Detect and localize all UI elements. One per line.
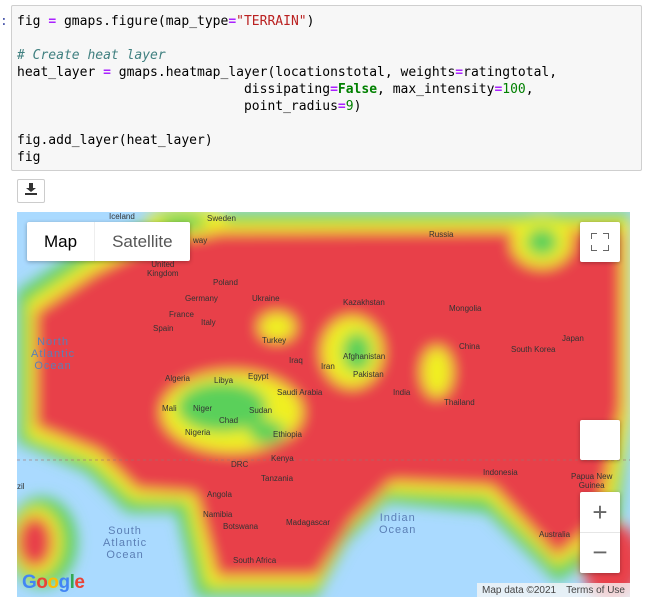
code-line-3: heat_layer = gmaps.heatmap_layer(locatio…	[17, 65, 558, 80]
label-italy: Italy	[201, 318, 216, 327]
label-mongolia: Mongolia	[449, 304, 482, 313]
label-france: France	[169, 310, 194, 319]
cell-prompt: :	[0, 14, 8, 29]
label-madagascar: Madagascar	[286, 518, 331, 527]
label-turkey: Turkey	[262, 336, 287, 345]
fullscreen-icon	[591, 233, 609, 251]
ocean-north-atlantic: North Atlantic Ocean	[31, 336, 76, 372]
label-kenya: Kenya	[271, 454, 294, 463]
code-line-5: point_radius=9)	[17, 99, 362, 114]
code-line-6: fig.add_layer(heat_layer)	[17, 133, 213, 148]
ocean-indian: Indian Ocean	[379, 512, 417, 536]
label-egypt: Egypt	[248, 372, 269, 381]
label-norway: way	[193, 236, 208, 245]
download-icon	[25, 182, 37, 200]
label-iraq: Iraq	[289, 356, 303, 365]
label-algeria: Algeria	[165, 374, 190, 383]
code-line-1: fig = gmaps.figure(map_type="TERRAIN")	[17, 14, 315, 29]
fullscreen-button[interactable]	[580, 222, 620, 262]
zoom-in-button[interactable]: +	[580, 493, 620, 533]
label-indonesia: Indonesia	[483, 468, 518, 477]
pegman-control[interactable]	[580, 420, 620, 460]
label-uk: United Kingdom	[147, 260, 179, 278]
label-kazakhstan: Kazakhstan	[343, 298, 385, 307]
zoom-control: + −	[580, 492, 620, 573]
map-data-text[interactable]: Map data ©2021	[477, 585, 561, 596]
label-iran: Iran	[321, 362, 335, 371]
label-papua-new-guinea: Papua New Guinea	[571, 472, 613, 490]
map-type-satellite-button[interactable]: Satellite	[95, 222, 189, 261]
label-spain: Spain	[153, 324, 174, 333]
label-south-africa: South Africa	[233, 556, 277, 565]
label-drc: DRC	[231, 460, 249, 469]
ocean-south-atlantic: South Atlantic Ocean	[103, 525, 148, 561]
label-afghanistan: Afghanistan	[343, 352, 386, 361]
label-pakistan: Pakistan	[353, 370, 384, 379]
label-south-korea: South Korea	[511, 345, 556, 354]
label-iceland: Iceland	[109, 212, 135, 221]
label-nigeria: Nigeria	[185, 428, 211, 437]
label-saudi-arabia: Saudi Arabia	[277, 388, 323, 397]
google-logo[interactable]: Google	[22, 572, 85, 594]
code-editor[interactable]: fig = gmaps.figure(map_type="TERRAIN") #…	[12, 6, 641, 166]
label-japan: Japan	[562, 334, 584, 343]
label-poland: Poland	[213, 278, 238, 287]
zoom-out-button[interactable]: −	[580, 533, 620, 573]
label-india: India	[393, 388, 411, 397]
map-type-control: Map Satellite	[27, 222, 190, 261]
label-botswana: Botswana	[223, 522, 259, 531]
label-thailand: Thailand	[444, 398, 475, 407]
terms-of-use-link[interactable]: Terms of Use	[561, 585, 630, 596]
label-australia: Australia	[539, 530, 571, 539]
label-germany: Germany	[185, 294, 218, 303]
label-sudan: Sudan	[249, 406, 273, 415]
label-russia: Russia	[429, 230, 454, 239]
label-angola: Angola	[207, 490, 232, 499]
label-sweden: Sweden	[207, 214, 236, 223]
label-tanzania: Tanzania	[261, 474, 294, 483]
code-line-4: dissipating=False, max_intensity=100,	[17, 82, 534, 97]
code-cell[interactable]: fig = gmaps.figure(map_type="TERRAIN") #…	[11, 5, 642, 171]
download-button[interactable]	[17, 179, 45, 203]
map-type-map-button[interactable]: Map	[27, 222, 96, 261]
label-chad: Chad	[219, 416, 239, 425]
label-niger: Niger	[193, 404, 213, 413]
label-ukraine: Ukraine	[252, 294, 280, 303]
code-line-7: fig	[17, 150, 41, 165]
label-namibia: Namibia	[203, 510, 233, 519]
map-canvas[interactable]: Iceland Sweden way United Kingdom Poland…	[17, 212, 630, 597]
map-attribution: Map data ©2021 Terms of Use	[477, 583, 630, 597]
label-brazil: zil	[17, 482, 25, 491]
label-ethiopia: Ethiopia	[273, 430, 302, 439]
label-china: China	[459, 342, 480, 351]
label-libya: Libya	[214, 376, 234, 385]
label-mali: Mali	[162, 404, 177, 413]
code-comment: # Create heat layer	[17, 48, 166, 63]
